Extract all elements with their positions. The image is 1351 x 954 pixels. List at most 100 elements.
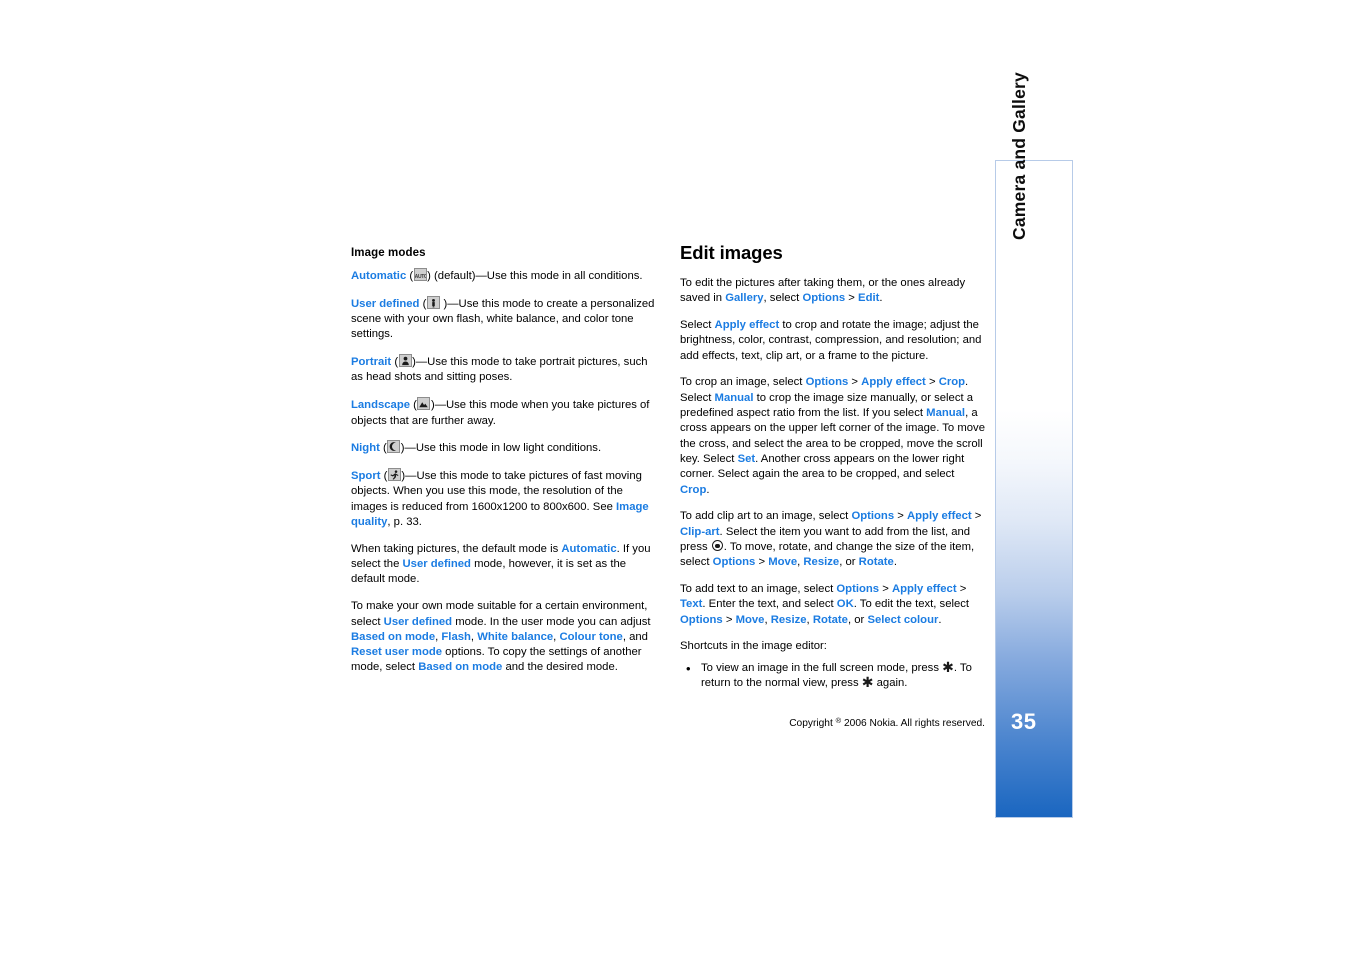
text-crop-2: > bbox=[848, 376, 862, 389]
copyright-suffix: 2006 Nokia. All rights reserved. bbox=[841, 718, 985, 729]
text-addtext-1: To add text to an image, select bbox=[680, 583, 837, 596]
text-shortcut-3: again. bbox=[873, 677, 908, 690]
link-apply-effect-crop[interactable]: Apply effect bbox=[861, 376, 926, 388]
link-automatic[interactable]: Automatic bbox=[561, 543, 616, 555]
link-white-balance[interactable]: White balance bbox=[477, 631, 553, 643]
text-addtext-10: . bbox=[938, 613, 942, 626]
paragraph-custom-mode: To make your own mode suitable for a cer… bbox=[351, 599, 662, 675]
link-options[interactable]: Options bbox=[802, 292, 845, 304]
link-apply-effect-clipart[interactable]: Apply effect bbox=[907, 510, 972, 522]
section-heading-image-modes: Image modes bbox=[351, 247, 426, 259]
link-crop-2[interactable]: Crop bbox=[680, 484, 706, 496]
link-ok[interactable]: OK bbox=[837, 598, 854, 610]
landscape-mode-icon bbox=[417, 397, 431, 411]
paragraph-add-text: To add text to an image, select Options … bbox=[680, 582, 985, 628]
link-colour-tone[interactable]: Colour tone bbox=[559, 631, 622, 643]
night-mode-icon bbox=[387, 440, 401, 454]
text-custom-8: and the desired mode. bbox=[502, 661, 618, 674]
asterisk-key-icon: ✱ bbox=[942, 659, 954, 676]
sport-mode-icon bbox=[387, 468, 401, 482]
mode-paragraph-portrait: Portrait ()—Use this mode to take portra… bbox=[351, 354, 648, 384]
paragraph-clipart: To add clip art to an image, select Opti… bbox=[680, 509, 985, 570]
link-set[interactable]: Set bbox=[738, 453, 756, 465]
text-addtext-4: . Enter the text, and select bbox=[702, 598, 837, 611]
mode-name-night: Night bbox=[351, 442, 380, 455]
page-number: 35 bbox=[1011, 709, 1037, 734]
link-crop[interactable]: Crop bbox=[939, 376, 965, 388]
copyright-prefix: Copyright bbox=[789, 718, 836, 729]
text-clipart-9: . bbox=[893, 556, 897, 569]
text-shortcut-1: To view an image in the full screen mode… bbox=[701, 661, 943, 674]
mode-desc-portrait: —Use this mode to take portrait pictures… bbox=[351, 356, 648, 384]
text-clipart-1: To add clip art to an image, select bbox=[680, 510, 852, 523]
paragraph-edit-intro: To edit the pictures after taking them, … bbox=[680, 276, 985, 307]
text-crop-8: . bbox=[706, 483, 710, 496]
link-move-text[interactable]: Move bbox=[736, 614, 765, 626]
link-manual-2[interactable]: Manual bbox=[926, 407, 965, 419]
text-addtext-2: > bbox=[879, 583, 892, 596]
link-options-text[interactable]: Options bbox=[836, 583, 879, 595]
text-clipart-6: > bbox=[755, 556, 769, 569]
link-clip-art[interactable]: Clip-art bbox=[680, 526, 720, 538]
text-addtext-9: , or bbox=[847, 613, 868, 626]
text-crop-3: > bbox=[925, 376, 939, 389]
link-options-crop[interactable]: Options bbox=[806, 376, 849, 388]
link-resize-text[interactable]: Resize bbox=[771, 614, 807, 626]
link-based-on-mode[interactable]: Based on mode bbox=[351, 631, 435, 643]
link-options-clipart-2[interactable]: Options bbox=[713, 556, 756, 568]
mode-paragraph-automatic: Automatic (AUTO) (default)—Use this mode… bbox=[351, 268, 643, 282]
mode-paragraph-user-defined: User defined ( )—Use this mode to create… bbox=[351, 295, 655, 341]
mode-name-landscape: Landscape bbox=[351, 399, 411, 412]
link-edit[interactable]: Edit bbox=[858, 292, 879, 304]
link-user-defined[interactable]: User defined bbox=[403, 558, 471, 570]
asterisk-key-icon-2: ✱ bbox=[861, 675, 874, 692]
link-options-text-2[interactable]: Options bbox=[680, 614, 723, 626]
text-clipart-2: > bbox=[894, 510, 907, 523]
link-move[interactable]: Move bbox=[768, 556, 797, 568]
chapter-tab-title: Camera and Gallery bbox=[1009, 72, 1029, 240]
mode-name-sport: Sport bbox=[351, 470, 381, 483]
mode-name-user-defined: User defined bbox=[351, 297, 420, 310]
text-clipart-3: > bbox=[971, 510, 982, 523]
document-page: Image modes Automatic (AUTO) (default)—U… bbox=[0, 0, 1351, 954]
link-options-clipart[interactable]: Options bbox=[851, 510, 894, 522]
text-default-1: When taking pictures, the default mode i… bbox=[351, 542, 562, 555]
page-title: Edit images bbox=[680, 242, 783, 263]
link-manual[interactable]: Manual bbox=[715, 392, 754, 404]
link-gallery[interactable]: Gallery bbox=[725, 292, 763, 304]
portrait-mode-icon bbox=[398, 354, 412, 368]
copyright-notice: Copyright ® 2006 Nokia. All rights reser… bbox=[585, 714, 985, 730]
text-crop-1: To crop an image, select bbox=[680, 376, 806, 389]
bullet-icon: • bbox=[686, 660, 691, 676]
text-clipart-8: , or bbox=[839, 556, 859, 569]
user-defined-mode-icon bbox=[426, 295, 440, 309]
link-reset-user-mode[interactable]: Reset user mode bbox=[351, 646, 442, 658]
mode-name-portrait: Portrait bbox=[351, 356, 392, 369]
mode-name-automatic: Automatic bbox=[351, 270, 407, 282]
link-apply-effect[interactable]: Apply effect bbox=[715, 319, 780, 331]
shortcuts-list: • To view an image in the full screen mod… bbox=[680, 661, 985, 692]
paragraph-default-mode: When taking pictures, the default mode i… bbox=[351, 542, 662, 588]
mode-paragraph-night: Night ()—Use this mode in low light cond… bbox=[351, 440, 602, 455]
link-select-colour[interactable]: Select colour bbox=[867, 614, 938, 626]
text-apply-1: Select bbox=[680, 319, 715, 332]
left-text-column: Image modes Automatic (AUTO) (default)—U… bbox=[351, 246, 662, 676]
link-rotate[interactable]: Rotate bbox=[859, 556, 894, 568]
right-text-column: Edit images To edit the pictures after t… bbox=[680, 242, 985, 694]
list-item: • To view an image in the full screen mod… bbox=[680, 661, 985, 692]
link-apply-effect-text[interactable]: Apply effect bbox=[892, 583, 957, 595]
mode-desc-night: —Use this mode in low light conditions. bbox=[404, 442, 602, 455]
text-intro-4: . bbox=[879, 292, 883, 305]
text-addtext-6: > bbox=[722, 613, 736, 626]
text-intro-3: > bbox=[845, 292, 859, 305]
link-rotate-text[interactable]: Rotate bbox=[813, 614, 848, 626]
link-flash[interactable]: Flash bbox=[441, 631, 471, 643]
link-resize[interactable]: Resize bbox=[803, 556, 839, 568]
link-text[interactable]: Text bbox=[680, 598, 702, 610]
text-intro-2: , select bbox=[763, 292, 803, 305]
mode-desc-sport-2: , p. 33. bbox=[387, 516, 422, 529]
link-user-defined-2[interactable]: User defined bbox=[384, 616, 452, 628]
shortcuts-heading: Shortcuts in the image editor: bbox=[680, 640, 827, 653]
auto-mode-icon: AUTO bbox=[413, 268, 427, 281]
link-based-on-mode-2[interactable]: Based on mode bbox=[418, 661, 502, 673]
